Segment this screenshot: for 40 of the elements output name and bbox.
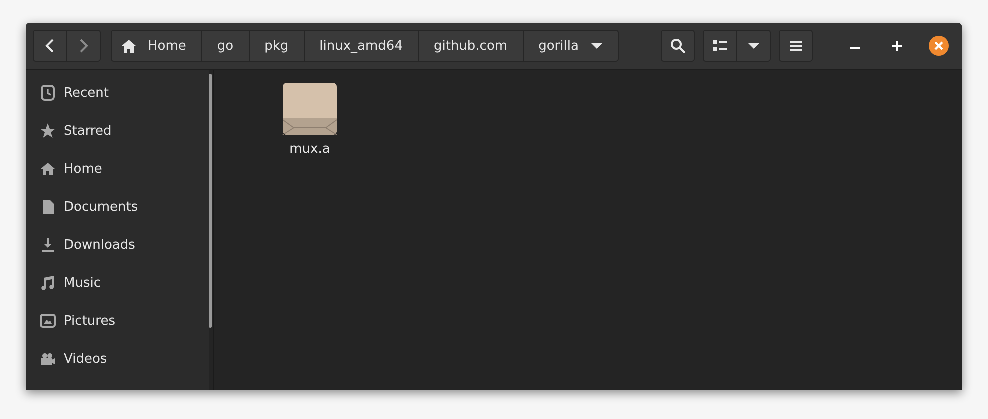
breadcrumb-segment[interactable]: linux_amd64: [304, 31, 418, 61]
maximize-icon: [892, 41, 902, 51]
sidebar-item[interactable]: Downloads: [26, 226, 209, 264]
sidebar-item[interactable]: Recent: [26, 74, 209, 112]
star-icon: [40, 123, 56, 139]
sidebar-item[interactable]: Pictures: [26, 302, 209, 340]
chevron-left-icon: [45, 39, 55, 53]
search-icon: [670, 38, 686, 54]
dropdown-caret-icon: [590, 42, 603, 50]
download-icon: [40, 237, 56, 253]
menu-icon: [790, 40, 802, 52]
breadcrumb-segment[interactable]: github.com: [418, 31, 523, 61]
sidebar-item[interactable]: Videos: [26, 340, 209, 378]
file-item[interactable]: mux.a: [278, 82, 342, 157]
music-note-icon: [40, 275, 56, 291]
dropdown-caret-icon: [748, 42, 760, 50]
sidebar-item[interactable]: Music: [26, 264, 209, 302]
camera-icon: [40, 351, 56, 367]
home-icon: [122, 40, 136, 52]
sidebar-item[interactable]: Home: [26, 150, 209, 188]
list-view-icon: [713, 40, 727, 52]
view-options-button[interactable]: [737, 30, 771, 62]
breadcrumb-segment[interactable]: go: [201, 31, 249, 61]
picture-icon: [40, 313, 56, 329]
close-icon: [929, 36, 949, 56]
sidebar-item[interactable]: Documents: [26, 188, 209, 226]
back-button[interactable]: [33, 30, 67, 62]
breadcrumb-segment[interactable]: Home: [112, 31, 202, 61]
search-button[interactable]: [661, 30, 695, 62]
chevron-right-icon: [78, 39, 88, 53]
document-icon: [40, 199, 56, 215]
clock-icon: [40, 85, 56, 101]
home-icon: [40, 161, 56, 177]
sidebar-item[interactable]: Starred: [26, 112, 209, 150]
breadcrumb-segment[interactable]: pkg: [248, 31, 304, 61]
scrollbar[interactable]: [209, 74, 212, 328]
view-mode-button[interactable]: [703, 30, 737, 62]
menu-button[interactable]: [779, 30, 813, 62]
breadcrumb-segment[interactable]: gorilla: [522, 31, 618, 61]
package-icon: [282, 82, 338, 136]
